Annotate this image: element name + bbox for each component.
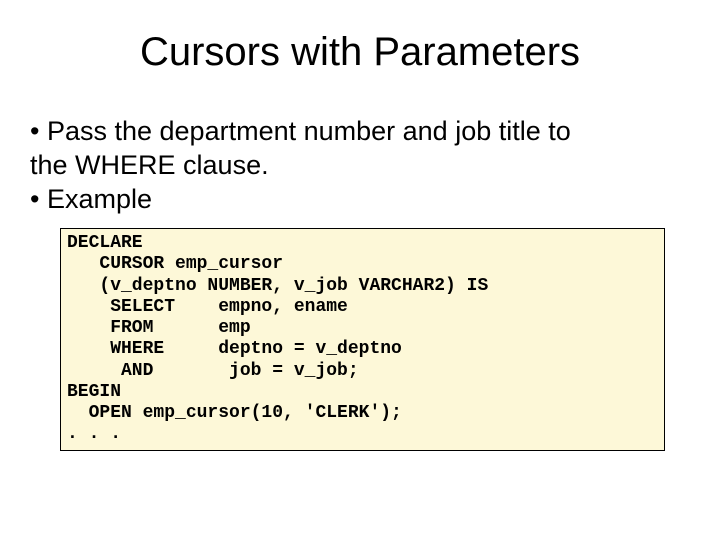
code-example-box: DECLARE CURSOR emp_cursor (v_deptno NUMB… [60, 228, 665, 450]
bullet-1-line-1: • Pass the department number and job tit… [30, 115, 690, 149]
bullet-1-line-2: the WHERE clause. [30, 149, 690, 183]
bullet-list: • Pass the department number and job tit… [30, 115, 690, 216]
bullet-2: • Example [30, 183, 690, 217]
slide-title: Cursors with Parameters [30, 30, 690, 75]
slide: Cursors with Parameters • Pass the depar… [0, 0, 720, 540]
code-example: DECLARE CURSOR emp_cursor (v_deptno NUMB… [67, 233, 658, 445]
